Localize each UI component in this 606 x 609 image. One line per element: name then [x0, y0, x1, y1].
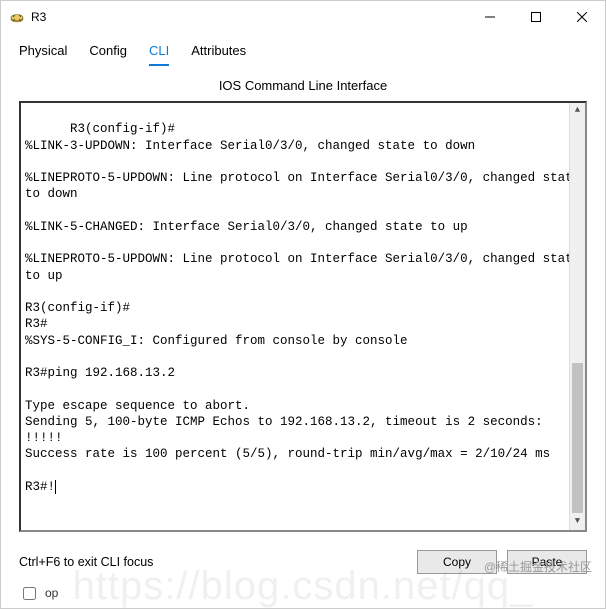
scroll-up-arrow[interactable]: ▲: [570, 103, 585, 119]
cli-terminal[interactable]: R3(config-if)# %LINK-3-UPDOWN: Interface…: [19, 101, 587, 532]
tab-config[interactable]: Config: [89, 43, 127, 66]
paste-button[interactable]: Paste: [507, 550, 587, 574]
minimize-button[interactable]: [467, 1, 513, 33]
text-cursor: [55, 480, 56, 494]
footer-checkbox[interactable]: [23, 587, 36, 600]
panel-title: IOS Command Line Interface: [19, 74, 587, 101]
window-title: R3: [31, 10, 467, 24]
tab-attributes[interactable]: Attributes: [191, 43, 246, 66]
copy-button[interactable]: Copy: [417, 550, 497, 574]
tab-physical[interactable]: Physical: [19, 43, 67, 66]
maximize-button[interactable]: [513, 1, 559, 33]
terminal-scrollbar[interactable]: ▲ ▼: [569, 103, 585, 530]
router-icon: [9, 9, 25, 25]
close-button[interactable]: [559, 1, 605, 33]
footer: op: [1, 580, 605, 609]
terminal-output: R3(config-if)# %LINK-3-UPDOWN: Interface…: [25, 122, 587, 494]
scroll-thumb[interactable]: [572, 363, 583, 513]
tab-cli[interactable]: CLI: [149, 43, 169, 66]
tab-bar: Physical Config CLI Attributes: [1, 33, 605, 66]
bottom-row: Ctrl+F6 to exit CLI focus Copy Paste: [1, 542, 605, 580]
cli-panel: IOS Command Line Interface R3(config-if)…: [1, 66, 605, 542]
window-controls: [467, 1, 605, 33]
footer-checkbox-label: op: [45, 586, 58, 600]
titlebar: R3: [1, 1, 605, 33]
app-window: R3 Physical Config CLI Attributes IOS Co…: [0, 0, 606, 609]
scroll-down-arrow[interactable]: ▼: [570, 514, 585, 530]
focus-hint: Ctrl+F6 to exit CLI focus: [19, 555, 407, 569]
